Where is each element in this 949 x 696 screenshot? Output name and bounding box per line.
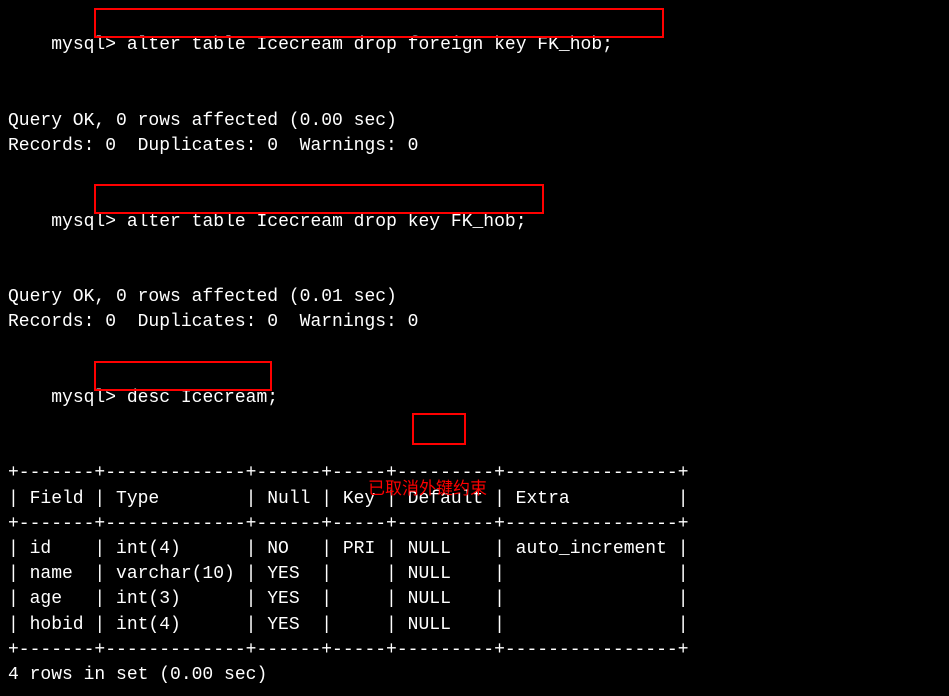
highlight-box-3 [94, 361, 272, 391]
table-row: | id | int(4) | NO | PRI | NULL | auto_i… [8, 537, 941, 562]
sql-command-2[interactable]: alter table Icecream drop key FK_hob; [127, 212, 527, 232]
command-line-1: mysql> alter table Icecream drop foreign… [8, 8, 941, 109]
sql-command-1[interactable]: alter table Icecream drop foreign key FK… [127, 35, 613, 55]
mysql-prompt: mysql> [51, 35, 116, 55]
mysql-prompt: mysql> [51, 388, 116, 408]
highlight-box-empty-key [412, 413, 466, 445]
sql-command-3[interactable]: desc Icecream; [127, 388, 278, 408]
rows-in-set: 4 rows in set (0.00 sec) [8, 663, 941, 688]
terminal-output: mysql> alter table Icecream drop foreign… [8, 8, 941, 688]
command-line-2: mysql> alter table Icecream drop key FK_… [8, 184, 941, 285]
records-result-2: Records: 0 Duplicates: 0 Warnings: 0 [8, 310, 941, 335]
blank-line [8, 335, 941, 360]
query-result-2: Query OK, 0 rows affected (0.01 sec) [8, 285, 941, 310]
annotation-text: 已取消外键约束 [368, 479, 487, 503]
table-row: | hobid | int(4) | YES | | NULL | | [8, 613, 941, 638]
highlight-box-2 [94, 184, 544, 214]
records-result-1: Records: 0 Duplicates: 0 Warnings: 0 [8, 134, 941, 159]
highlight-box-1 [94, 8, 664, 38]
query-result-1: Query OK, 0 rows affected (0.00 sec) [8, 109, 941, 134]
table-border-mid: +-------+-------------+------+-----+----… [8, 512, 941, 537]
table-row: | name | varchar(10) | YES | | NULL | | [8, 562, 941, 587]
table-border-bot: +-------+-------------+------+-----+----… [8, 638, 941, 663]
blank-line [8, 159, 941, 184]
mysql-prompt: mysql> [51, 212, 116, 232]
table-row: | age | int(3) | YES | | NULL | | [8, 587, 941, 612]
command-line-3: mysql> desc Icecream; [8, 361, 941, 462]
